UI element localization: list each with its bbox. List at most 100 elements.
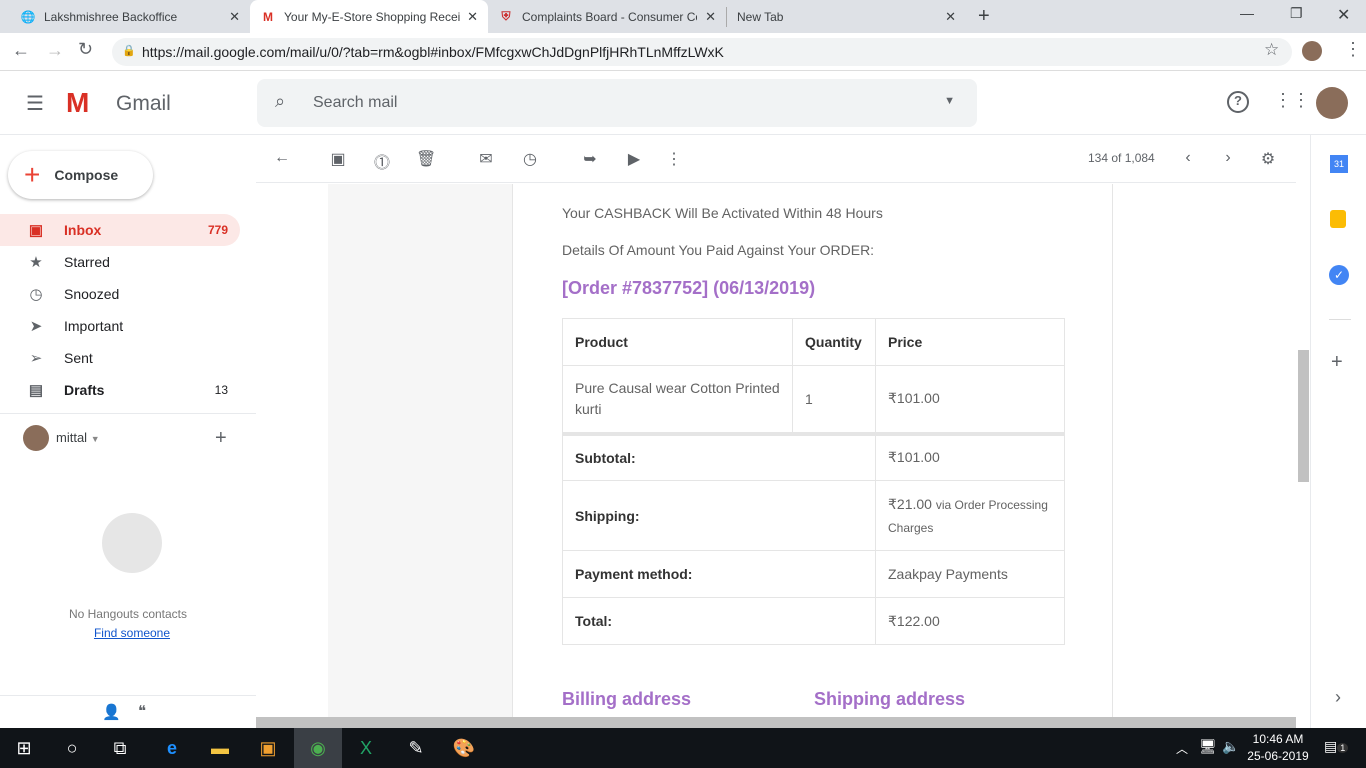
star-icon: ★ bbox=[29, 254, 43, 271]
total-row: Total: ₹122.00 bbox=[562, 597, 1065, 645]
start-windows-icon[interactable]: ⊞ bbox=[0, 728, 48, 768]
label-icon[interactable]: ▶ bbox=[624, 149, 644, 169]
compose-button[interactable]: + Compose bbox=[8, 151, 153, 199]
paint-icon[interactable]: 🎨 bbox=[440, 728, 488, 768]
snooze-icon[interactable]: ◷ bbox=[520, 149, 540, 169]
mark-unread-icon[interactable]: ✉ bbox=[476, 149, 496, 169]
delete-icon[interactable]: 🗑 bbox=[416, 149, 436, 169]
pagination-count: 134 of 1,084 bbox=[1088, 151, 1155, 165]
tab-complaints-board[interactable]: ⛨ Complaints Board - Consumer Co ✕ bbox=[488, 0, 726, 33]
new-tab-button[interactable]: + bbox=[978, 5, 990, 28]
outlook-icon[interactable]: ▣ bbox=[244, 728, 292, 768]
close-tab-icon[interactable]: ✕ bbox=[705, 9, 716, 25]
report-spam-icon[interactable]: ⓵ bbox=[372, 149, 392, 173]
network-icon[interactable]: 🖥 bbox=[1199, 738, 1217, 755]
header-quantity: Quantity bbox=[792, 318, 876, 366]
search-input[interactable]: ⌕ Search mail ▼ bbox=[257, 79, 977, 127]
table-header-row: Product Quantity Price bbox=[562, 318, 1065, 366]
gmail-wordmark: Gmail bbox=[116, 92, 171, 115]
order-table: Product Quantity Price Pure Causal wear … bbox=[562, 318, 1065, 645]
find-someone-link[interactable]: Find someone bbox=[0, 626, 264, 640]
nav-sent[interactable]: ➢ Sent bbox=[0, 342, 240, 374]
url-input[interactable]: 🔒 https://mail.google.com/mail/u/0/?tab=r… bbox=[112, 38, 1292, 66]
subtotal-label: Subtotal: bbox=[562, 433, 876, 481]
archive-icon[interactable]: ▣ bbox=[328, 149, 348, 169]
address-bar-row: ← → ↻ 🔒 https://mail.google.com/mail/u/0/… bbox=[0, 33, 1366, 71]
subtotal-value: ₹101.00 bbox=[875, 433, 1065, 481]
get-addons-icon[interactable]: + bbox=[1331, 351, 1343, 374]
close-tab-icon[interactable]: ✕ bbox=[467, 9, 478, 25]
tasks-icon[interactable]: ✓ bbox=[1329, 265, 1349, 285]
close-tab-icon[interactable]: ✕ bbox=[229, 9, 240, 25]
chrome-icon[interactable]: ◉ bbox=[294, 728, 342, 768]
gmail-header: ☰ M Gmail ⌕ Search mail ▼ ? ⋮⋮ bbox=[0, 71, 1366, 135]
nav-snoozed[interactable]: ◷ Snoozed bbox=[0, 278, 240, 310]
browser-menu-icon[interactable]: ⋮ bbox=[1344, 39, 1362, 60]
calendar-icon[interactable]: 31 bbox=[1330, 155, 1348, 173]
excel-icon[interactable]: X bbox=[342, 728, 390, 768]
keep-icon[interactable] bbox=[1330, 210, 1346, 228]
cashback-text: Your CASHBACK Will Be Activated Within 4… bbox=[562, 205, 883, 221]
scanner-icon[interactable]: ✎ bbox=[392, 728, 440, 768]
clock[interactable]: 10:46 AM 25-06-2019 bbox=[1246, 732, 1310, 763]
gmail-logo-icon[interactable]: M bbox=[66, 87, 89, 119]
search-options-icon[interactable]: ▼ bbox=[944, 95, 955, 107]
search-icon[interactable]: ⌕ bbox=[275, 91, 285, 112]
minimize-button[interactable]: — bbox=[1240, 5, 1254, 21]
help-icon[interactable]: ? bbox=[1227, 91, 1249, 113]
file-explorer-icon[interactable]: ▬ bbox=[196, 728, 244, 768]
horizontal-scrollbar[interactable] bbox=[256, 717, 1296, 728]
maximize-button[interactable]: ❐ bbox=[1290, 5, 1303, 22]
total-value: ₹122.00 bbox=[875, 597, 1065, 645]
settings-gear-icon[interactable]: ⚙ bbox=[1258, 149, 1278, 169]
tab-new-tab[interactable]: New Tab ✕ bbox=[726, 7, 966, 27]
nav-starred[interactable]: ★ Starred bbox=[0, 246, 240, 278]
email-body: Your CASHBACK Will Be Activated Within 4… bbox=[512, 184, 1113, 717]
payment-label: Payment method: bbox=[562, 550, 876, 598]
newer-icon[interactable]: ‹ bbox=[1178, 149, 1198, 167]
bookmark-star-icon[interactable]: ☆ bbox=[1264, 40, 1279, 60]
subtotal-row: Subtotal: ₹101.00 bbox=[562, 433, 1065, 481]
expand-panel-icon[interactable]: › bbox=[1335, 687, 1341, 708]
hangouts-user[interactable]: mittal ▼ bbox=[56, 430, 100, 445]
move-to-icon[interactable]: ➥ bbox=[580, 149, 600, 169]
older-icon[interactable]: › bbox=[1218, 149, 1238, 167]
tab-lakshmishree[interactable]: 🌐 Lakshmishree Backoffice ✕ bbox=[0, 0, 250, 33]
vertical-scrollbar[interactable] bbox=[1298, 350, 1309, 482]
tray-chevron-icon[interactable]: ︿ bbox=[1176, 740, 1188, 757]
sidebar: + Compose ▣ Inbox 779 ★ Starred ◷ Snoozed ➤ Im… bbox=[0, 135, 256, 728]
action-center-icon[interactable]: ▤ 1 bbox=[1324, 738, 1349, 755]
total-label: Total: bbox=[562, 597, 876, 645]
account-avatar[interactable] bbox=[1316, 87, 1348, 119]
main-menu-icon[interactable]: ☰ bbox=[26, 91, 44, 116]
hangouts-chat-icon[interactable]: ❝ bbox=[138, 702, 146, 720]
message-body-area: Your CASHBACK Will Be Activated Within 4… bbox=[256, 184, 1296, 717]
nav-important[interactable]: ➤ Important bbox=[0, 310, 240, 342]
profile-avatar[interactable] bbox=[1302, 41, 1322, 61]
hangouts-avatar[interactable] bbox=[23, 425, 49, 451]
add-contact-icon[interactable]: + bbox=[215, 427, 227, 450]
edge-icon[interactable]: e bbox=[148, 728, 196, 768]
close-window-button[interactable]: ✕ bbox=[1337, 5, 1350, 25]
back-button[interactable]: ← bbox=[12, 40, 30, 61]
nav-inbox[interactable]: ▣ Inbox 779 bbox=[0, 214, 240, 246]
tab-my-e-store[interactable]: M Your My-E-Store Shopping Recei ✕ bbox=[250, 0, 488, 33]
nav-drafts[interactable]: ▤ Drafts 13 bbox=[0, 374, 240, 406]
draft-icon: ▤ bbox=[28, 382, 44, 399]
back-to-inbox-icon[interactable]: ← bbox=[272, 149, 292, 167]
forward-button[interactable]: → bbox=[46, 40, 64, 61]
windows-taskbar: ⊞ ○ ⧉ e ▬ ▣ ◉ X ✎ 🎨 ︿ 🖥 🔈 10:46 AM 25-06-… bbox=[0, 728, 1366, 768]
task-view-icon[interactable]: ⧉ bbox=[96, 728, 144, 768]
header-price: Price bbox=[875, 318, 1065, 366]
lock-icon: 🔒 bbox=[122, 45, 136, 57]
volume-muted-icon[interactable]: 🔈 bbox=[1222, 738, 1239, 755]
reload-button[interactable]: ↻ bbox=[78, 39, 93, 60]
more-icon[interactable]: ⋮ bbox=[664, 149, 684, 169]
search-circle-icon[interactable]: ○ bbox=[48, 728, 96, 768]
close-tab-icon[interactable]: ✕ bbox=[945, 9, 956, 25]
apps-grid-icon[interactable]: ⋮⋮ bbox=[1274, 90, 1310, 111]
shipping-row: Shipping: ₹21.00 via Order Processing Cha… bbox=[562, 480, 1065, 551]
item-price: ₹101.00 bbox=[875, 365, 1065, 434]
contacts-person-icon[interactable]: 👤 bbox=[102, 703, 121, 721]
order-title[interactable]: [Order #7837752] (06/13/2019) bbox=[562, 278, 815, 299]
